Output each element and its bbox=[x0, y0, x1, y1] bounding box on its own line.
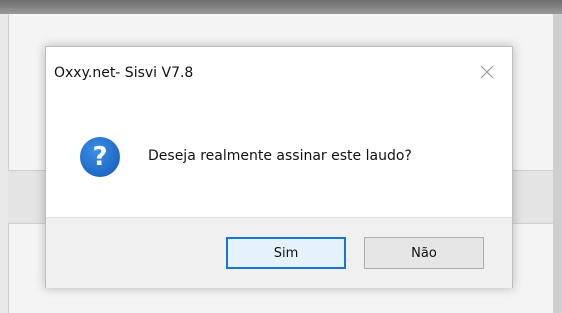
close-icon bbox=[480, 65, 494, 79]
dialog-titlebar: Oxxy.net- Sisvi V7.8 bbox=[46, 47, 512, 97]
confirm-dialog: Oxxy.net- Sisvi V7.8 ? Deseja realmente … bbox=[45, 46, 513, 288]
question-glyph: ? bbox=[92, 142, 108, 172]
dialog-message: Deseja realmente assinar este laudo? bbox=[148, 148, 412, 164]
question-icon: ? bbox=[80, 137, 120, 177]
no-button[interactable]: Não bbox=[364, 237, 484, 269]
yes-button[interactable]: Sim bbox=[226, 237, 346, 269]
dialog-content: ? Deseja realmente assinar este laudo? bbox=[46, 97, 512, 217]
background-window-edge bbox=[553, 14, 562, 313]
dialog-footer: Sim Não bbox=[46, 217, 512, 288]
close-button[interactable] bbox=[474, 59, 500, 85]
background-window-titlebar bbox=[0, 0, 562, 14]
dialog-title: Oxxy.net- Sisvi V7.8 bbox=[54, 65, 194, 81]
